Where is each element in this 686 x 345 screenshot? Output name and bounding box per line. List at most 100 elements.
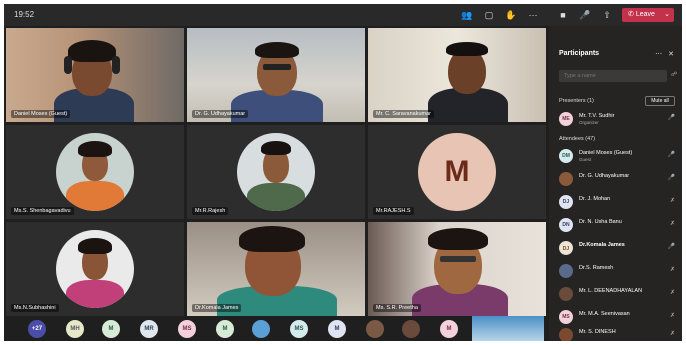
mic-icon: 🎤 — [667, 244, 675, 250]
participant-name: Mr. M.A. Seenivasan — [579, 311, 630, 317]
share-screen-icon[interactable]: ⇧ — [600, 8, 614, 22]
participant-name: Dr. G. Udhayakumar — [192, 110, 249, 118]
participant-avatar: ME — [559, 112, 573, 126]
participant-avatar — [559, 328, 573, 341]
attendees-header: Attendees (47) — [559, 136, 596, 142]
strip-avatar[interactable]: M — [328, 320, 346, 338]
strip-avatar[interactable]: MS — [290, 320, 308, 338]
participant-name: Daniel Moses (Guest) — [579, 150, 633, 156]
participant-avatar — [559, 172, 573, 186]
strip-avatar[interactable]: M — [216, 320, 234, 338]
participant-name: Dr. J. Mohan — [579, 196, 611, 202]
participant-photo — [56, 230, 134, 308]
strip-avatar[interactable]: M — [102, 320, 120, 338]
participant-name: Dr.Komala James — [192, 304, 242, 312]
camera-icon[interactable]: ■ — [556, 8, 570, 22]
mic-off-icon: ✗ — [669, 267, 675, 273]
participant-name: Dr. G. Udhayakumar — [579, 173, 630, 179]
strip-avatar[interactable]: M — [440, 320, 458, 338]
participant-row[interactable]: Dr. G. Udhayakumar 🎤 — [557, 170, 679, 188]
overflow-count[interactable]: +27 — [28, 320, 46, 338]
participant-photo — [237, 133, 315, 211]
close-icon[interactable]: ✕ — [668, 51, 674, 58]
panel-title: Participants — [559, 50, 600, 57]
participant-name: Mr.R.Rajesh — [192, 207, 229, 215]
participant-name: Mr.RAJESH.S — [373, 207, 414, 215]
mic-off-icon: ✗ — [669, 221, 675, 227]
mic-off-icon: ✗ — [669, 198, 675, 204]
participants-panel: Participants ⋯ ✕ ☍ Presenters (1) Mute a… — [549, 26, 682, 341]
participant-row[interactable]: ME Mr. T.V. Sudhir Organizer 🎤 — [557, 110, 679, 128]
video-tile[interactable]: Ms.S. Shenbagavadivu — [6, 125, 184, 219]
video-grid: Daniel Moses (Guest) Dr. G. Udhayakumar … — [6, 28, 546, 316]
strip-photo-avatar[interactable] — [402, 320, 420, 338]
teams-meeting-window: 19:52 👥 ▢ ✋ ⋯ ■ 🎤 ⇧ ✆ Leave ⌄ Daniel Mos… — [4, 4, 682, 341]
meeting-toolbar: 19:52 👥 ▢ ✋ ⋯ ■ 🎤 ⇧ ✆ Leave ⌄ — [4, 4, 682, 26]
self-preview[interactable] — [472, 316, 544, 341]
leave-label: Leave — [635, 11, 655, 18]
participant-initial-avatar: M — [418, 133, 496, 211]
mic-icon: 🎤 — [667, 152, 675, 158]
participant-row[interactable]: MS Mr. M.A. Seenivasan ✗ — [557, 308, 679, 326]
video-tile[interactable]: Mr.R.Rajesh — [187, 125, 365, 219]
participant-row[interactable]: DM Daniel Moses (Guest) Guest 🎤 — [557, 147, 679, 165]
participant-name: Daniel Moses (Guest) — [11, 110, 71, 118]
strip-photo-avatar[interactable] — [366, 320, 384, 338]
meeting-timer: 19:52 — [14, 10, 35, 19]
participant-row[interactable]: Mr. L. DEENADHAYALAN ✗ — [557, 285, 679, 303]
strip-avatar[interactable]: MH — [66, 320, 84, 338]
mic-off-icon: ✗ — [669, 290, 675, 296]
participant-role: Guest — [579, 157, 592, 162]
participant-name: Dr.Komala James — [579, 242, 625, 248]
phone-icon: ✆ — [628, 11, 634, 18]
leave-button[interactable]: ✆ Leave ⌄ — [622, 8, 674, 22]
participant-name: Ms.S. Shenbagavadivu — [11, 207, 74, 215]
participant-search-input[interactable] — [559, 70, 667, 82]
chat-icon[interactable]: ▢ — [482, 8, 496, 22]
participant-name: Dr. N. Usha Banu — [579, 219, 622, 225]
participant-avatar — [559, 287, 573, 301]
presenters-header: Presenters (1) — [559, 98, 594, 104]
raise-hand-icon[interactable]: ✋ — [504, 8, 518, 22]
participant-name: Ms. S.R. Preetha — [373, 304, 421, 312]
participant-strip: +27 MH M MR MS M MS M M — [6, 316, 546, 341]
chevron-down-icon[interactable]: ⌄ — [664, 8, 670, 22]
participant-name: Mr. S. DINESH — [579, 329, 616, 335]
strip-photo-avatar[interactable] — [252, 320, 270, 338]
participant-name: Dr.S. Ramesh — [579, 265, 614, 271]
participant-avatar: DJ — [559, 195, 573, 209]
video-tile[interactable]: Mr. C. Saravanakumar — [368, 28, 546, 122]
video-tile[interactable]: M Mr.RAJESH.S — [368, 125, 546, 219]
participant-name: Mr. C. Saravanakumar — [373, 110, 435, 118]
strip-avatar[interactable]: MS — [178, 320, 196, 338]
mic-icon[interactable]: 🎤 — [578, 8, 592, 22]
mic-icon: 🎤 — [667, 175, 675, 181]
participant-avatar: DM — [559, 149, 573, 163]
more-actions-icon[interactable]: ⋯ — [526, 8, 540, 22]
mute-all-button[interactable]: Mute all — [645, 96, 675, 106]
video-tile[interactable]: Daniel Moses (Guest) — [6, 28, 184, 122]
participant-row[interactable]: Mr. S. DINESH ✗ — [557, 326, 679, 341]
participant-avatar — [559, 264, 573, 278]
participant-avatar: MS — [559, 310, 573, 324]
participant-name: Ms.N.Subhashini — [11, 304, 59, 312]
mic-off-icon: ✗ — [669, 313, 675, 319]
participant-row[interactable]: DJ Dr. J. Mohan ✗ — [557, 193, 679, 211]
strip-avatar[interactable]: MR — [140, 320, 158, 338]
video-tile[interactable]: Ms.N.Subhashini — [6, 222, 184, 316]
participant-row[interactable]: Dr.S. Ramesh ✗ — [557, 262, 679, 280]
participant-name: Mr. T.V. Sudhir — [579, 113, 615, 119]
people-icon[interactable]: 👥 — [460, 8, 474, 22]
video-tile[interactable]: Dr. G. Udhayakumar — [187, 28, 365, 122]
video-tile[interactable]: Dr.Komala James — [187, 222, 365, 316]
participant-avatar: DN — [559, 218, 573, 232]
participant-row[interactable]: DN Dr. N. Usha Banu ✗ — [557, 216, 679, 234]
mic-off-icon: ✗ — [669, 331, 675, 337]
participant-role: Organizer — [579, 120, 599, 125]
invite-icon[interactable]: ☍ — [671, 71, 677, 78]
participant-row[interactable]: DJ Dr.Komala James 🎤 — [557, 239, 679, 257]
participant-avatar: DJ — [559, 241, 573, 255]
more-options-icon[interactable]: ⋯ — [655, 51, 662, 58]
video-tile[interactable]: Ms. S.R. Preetha — [368, 222, 546, 316]
participant-photo — [56, 133, 134, 211]
